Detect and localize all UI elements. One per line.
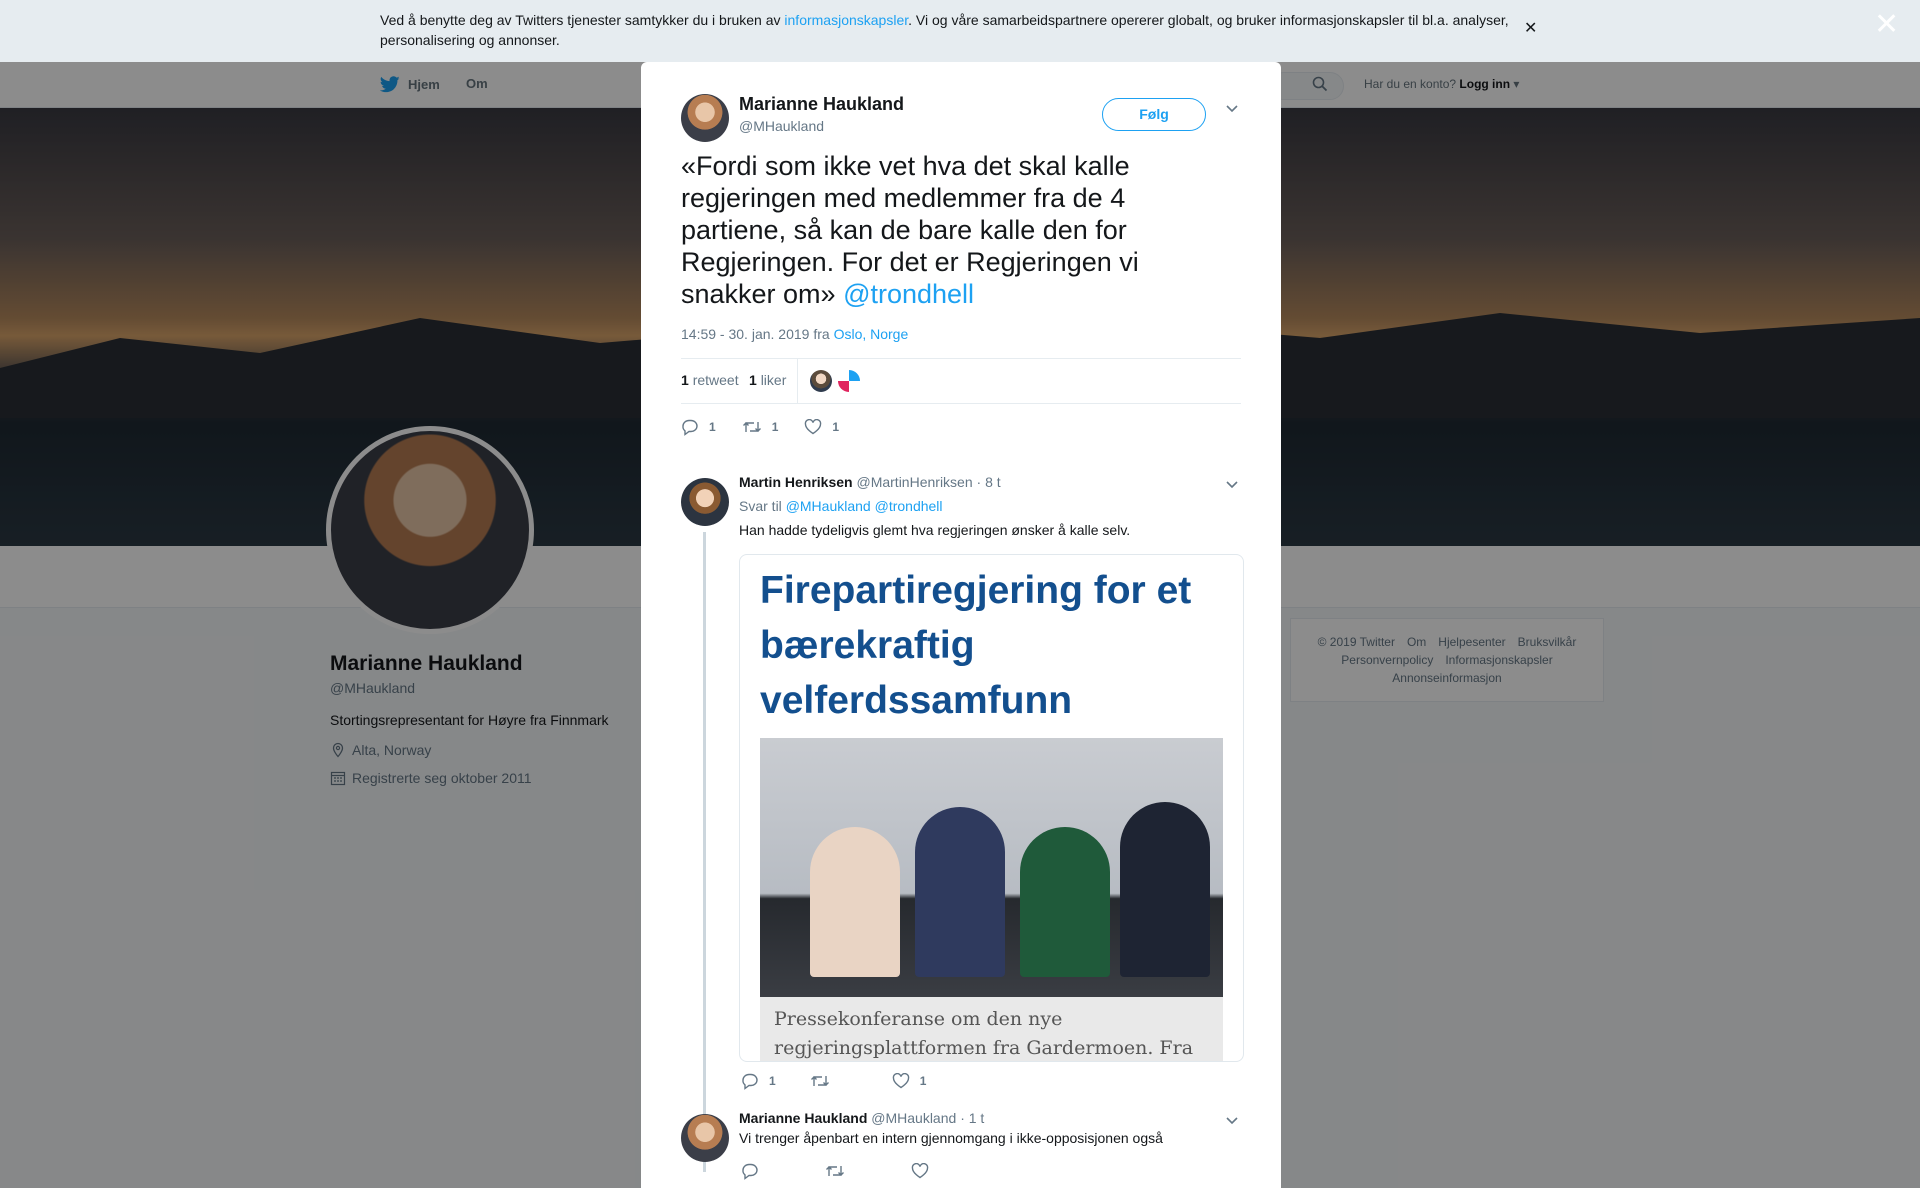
tweet-author-avatar[interactable] bbox=[681, 94, 729, 142]
liker-avatar[interactable] bbox=[810, 370, 832, 392]
reply-button[interactable]: 1 bbox=[741, 1072, 776, 1090]
reply-actions bbox=[741, 1162, 965, 1180]
reply-author-name[interactable]: Martin Henriksen bbox=[739, 474, 853, 490]
tweet-text: «Fordi som ikke vet hva det skal kalle r… bbox=[681, 150, 1221, 310]
retweet-button[interactable] bbox=[825, 1163, 855, 1179]
reply-to-mentions[interactable]: @MHaukland @trondhell bbox=[786, 498, 943, 514]
reply-author-handle[interactable]: @MartinHenriksen bbox=[856, 474, 972, 490]
card-photo bbox=[760, 738, 1223, 997]
photo-person bbox=[810, 827, 900, 977]
tweet-time: 14:59 - 30. jan. 2019 fra bbox=[681, 326, 834, 342]
reply-button[interactable] bbox=[741, 1162, 769, 1180]
retweet-icon bbox=[742, 422, 761, 432]
like-icon bbox=[805, 419, 822, 435]
cookie-link[interactable]: informasjonskapsler bbox=[784, 12, 908, 28]
reply-button[interactable]: 1 bbox=[681, 418, 716, 436]
reply-count: 1 bbox=[769, 1074, 776, 1088]
cookie-banner: Ved å benytte deg av Twitters tjenester … bbox=[0, 0, 1920, 62]
like-icon bbox=[892, 1073, 909, 1089]
cookie-text: Ved å benytte deg av Twitters tjenester … bbox=[380, 10, 1520, 50]
chevron-down-icon[interactable] bbox=[1225, 1116, 1239, 1126]
tweet-stats: 1 retweet 1 liker bbox=[681, 358, 1241, 404]
reply-author-name[interactable]: Marianne Haukland bbox=[739, 1110, 867, 1126]
cookie-close-icon[interactable]: ✕ bbox=[1524, 18, 1537, 38]
stats-divider bbox=[797, 359, 798, 403]
retweet-count: 1 bbox=[681, 372, 689, 388]
tweet-timestamp: 14:59 - 30. jan. 2019 fra Oslo, Norge bbox=[681, 326, 908, 342]
card-title: Firepartiregjering for et bærekraftig ve… bbox=[760, 569, 1192, 722]
tweet-actions: 1 1 1 bbox=[681, 418, 865, 436]
photo-person bbox=[1120, 802, 1210, 977]
cookie-text-before: Ved å benytte deg av Twitters tjenester … bbox=[380, 12, 785, 28]
reply-text: Han hadde tydeligvis glemt hva regjering… bbox=[739, 522, 1131, 538]
reply-icon bbox=[682, 419, 698, 436]
like-count: 1 bbox=[749, 372, 757, 388]
retweet-icon bbox=[826, 1166, 844, 1176]
reply-text: Vi trenger åpenbart en intern gjennomgan… bbox=[739, 1130, 1163, 1146]
like-label: liker bbox=[760, 372, 787, 388]
like-action-count: 1 bbox=[919, 1074, 927, 1088]
retweet-button[interactable]: 1 bbox=[742, 419, 779, 435]
tweet-modal: Marianne Haukland @MHaukland Følg «Fordi… bbox=[641, 62, 1281, 1188]
tweet-mention[interactable]: @trondhell bbox=[843, 279, 974, 309]
like-button[interactable]: 1 bbox=[892, 1073, 927, 1089]
chevron-down-icon[interactable] bbox=[1225, 104, 1239, 114]
reply-to-label: Svar til bbox=[739, 498, 782, 514]
retweet-button[interactable] bbox=[810, 1073, 840, 1089]
like-icon bbox=[911, 1163, 929, 1179]
tweet-place-link[interactable]: Oslo, Norge bbox=[834, 326, 909, 342]
reply-header: Martin Henriksen @MartinHenriksen · 8 t bbox=[739, 474, 1001, 490]
like-button[interactable]: 1 bbox=[804, 419, 839, 435]
reply-author-avatar[interactable] bbox=[681, 478, 729, 526]
reply-actions: 1 1 bbox=[741, 1072, 952, 1090]
reply-to: Svar til @MHaukland @trondhell bbox=[739, 498, 943, 514]
thread-line bbox=[703, 532, 706, 1172]
follow-button[interactable]: Følg bbox=[1102, 98, 1206, 131]
like-stat[interactable]: 1 liker bbox=[749, 372, 786, 388]
tweet-author-name[interactable]: Marianne Haukland bbox=[739, 94, 904, 115]
reply-count: 1 bbox=[709, 420, 716, 434]
reply-author-avatar[interactable] bbox=[681, 1114, 729, 1162]
like-action-count: 1 bbox=[832, 420, 840, 434]
reply-icon bbox=[742, 1163, 758, 1180]
chevron-down-icon[interactable] bbox=[1225, 480, 1239, 490]
reply-icon bbox=[742, 1073, 758, 1090]
card-caption: Pressekonferanse om den nye regjeringspl… bbox=[760, 997, 1223, 1061]
retweet-action-count: 1 bbox=[771, 420, 779, 434]
reply-time[interactable]: · 8 t bbox=[977, 474, 1001, 490]
retweet-label: retweet bbox=[692, 372, 739, 388]
like-button[interactable] bbox=[911, 1163, 939, 1179]
reply-time[interactable]: · 1 t bbox=[960, 1110, 984, 1126]
reply-author-handle[interactable]: @MHaukland bbox=[871, 1110, 956, 1126]
photo-person bbox=[915, 807, 1005, 977]
link-card[interactable]: Firepartiregjering for et bærekraftig ve… bbox=[739, 554, 1244, 1062]
reply-header: Marianne Haukland @MHaukland · 1 t bbox=[739, 1110, 984, 1126]
liker-avatar[interactable] bbox=[838, 370, 860, 392]
retweet-stat[interactable]: 1 retweet bbox=[681, 372, 739, 388]
close-icon[interactable]: ✕ bbox=[1874, 10, 1899, 40]
tweet-author-handle[interactable]: @MHaukland bbox=[739, 118, 824, 134]
photo-person bbox=[1020, 827, 1110, 977]
retweet-icon bbox=[810, 1076, 829, 1086]
